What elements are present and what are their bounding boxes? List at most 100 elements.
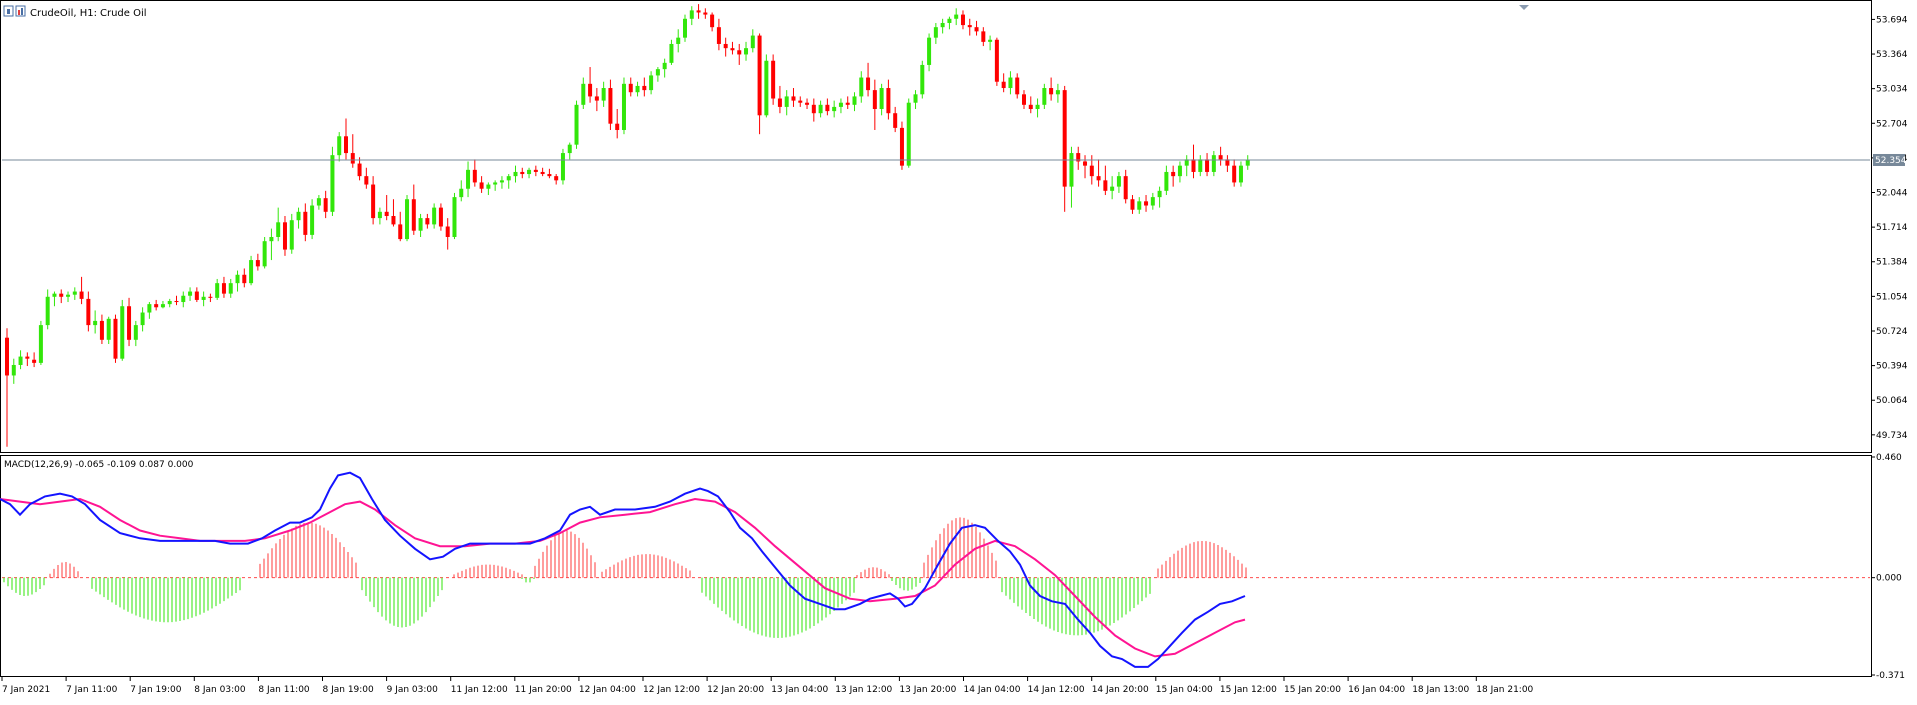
candle-body	[221, 283, 226, 294]
candle-body	[655, 69, 660, 76]
candle-body	[1028, 104, 1033, 110]
candle-body	[730, 48, 735, 51]
candle-body	[235, 274, 240, 284]
candle-body	[974, 27, 979, 32]
candle-body	[994, 39, 999, 82]
candle-body	[791, 96, 796, 101]
candle-body	[398, 224, 403, 240]
candle-body	[208, 296, 213, 298]
candle-body	[188, 291, 193, 296]
candle-body	[452, 197, 457, 237]
candle-body	[920, 64, 925, 95]
time-axis-label: 9 Jan 03:00	[387, 685, 439, 695]
candle-body	[635, 85, 640, 93]
candle-body	[784, 96, 789, 107]
candle-body	[425, 218, 430, 225]
time-axis-label: 11 Jan 20:00	[515, 685, 572, 695]
candle-body	[215, 283, 220, 298]
candle-body	[133, 325, 138, 340]
candle-body	[1022, 94, 1026, 105]
candle-body	[391, 216, 396, 225]
candle-body	[310, 205, 315, 235]
candle-body	[472, 169, 477, 183]
candle-body	[547, 174, 552, 177]
candle-body	[710, 14, 715, 28]
candle-body	[174, 300, 179, 303]
candle-body	[893, 113, 898, 128]
candle-body	[886, 88, 891, 114]
candle-body	[615, 123, 620, 130]
window-icon-inner	[7, 9, 10, 14]
price-axis-label: 51.384	[1876, 258, 1908, 268]
candle-body	[1218, 155, 1223, 160]
candle-body	[38, 325, 43, 363]
candle-body	[581, 83, 586, 105]
candle-body	[1150, 197, 1155, 206]
candle-body	[621, 83, 626, 130]
chart-canvas[interactable]: CrudeOil, H1: Crude Oil 53.694 53.364 53.0…	[0, 0, 1917, 701]
price-axis-label: 50.394	[1876, 362, 1908, 372]
candle-body	[466, 169, 471, 189]
candle-body	[140, 312, 145, 326]
candle-body	[45, 296, 50, 326]
candle-body	[255, 260, 260, 267]
candle-body	[384, 211, 389, 217]
candle-body	[72, 291, 77, 295]
candle-body	[723, 43, 728, 49]
candle-body	[337, 136, 342, 156]
candle-body	[1144, 201, 1149, 206]
time-axis-label: 8 Jan 19:00	[323, 685, 375, 695]
candle-body	[811, 104, 816, 114]
time-axis-label: 18 Jan 21:00	[1476, 685, 1533, 695]
time-axis-label: 13 Jan 20:00	[899, 685, 956, 695]
candle-body	[818, 104, 823, 114]
candle-body	[1083, 161, 1088, 166]
candle-body	[838, 102, 843, 107]
candle-body	[1089, 165, 1094, 177]
candle-body	[289, 220, 294, 250]
price-axis-label: 52.704	[1876, 119, 1908, 129]
time-axis-label: 7 Jan 19:00	[130, 685, 182, 695]
candle-body	[1110, 186, 1115, 191]
candle-body	[960, 14, 965, 26]
candle-body	[520, 171, 525, 175]
candle-body	[1015, 77, 1020, 95]
price-axis-label: 53.694	[1876, 15, 1908, 25]
candle-body	[872, 90, 877, 110]
price-axis-label: 50.064	[1876, 396, 1908, 406]
candle-body	[913, 94, 918, 103]
candle-body	[533, 169, 538, 172]
candle-body	[1130, 199, 1135, 210]
candle-body	[1062, 90, 1067, 187]
candle-body	[628, 83, 633, 93]
symbol-label: CrudeOil, H1:	[30, 8, 97, 19]
candle-body	[147, 304, 152, 313]
candle-body	[194, 291, 199, 300]
candle-body	[1164, 171, 1169, 191]
candle-body	[79, 291, 84, 299]
candle-body	[99, 320, 104, 340]
candle-body	[344, 136, 348, 154]
candle-body	[86, 298, 91, 326]
candle-body	[1116, 176, 1121, 187]
candle-body	[479, 182, 484, 189]
candle-body	[744, 48, 749, 55]
candle-body	[377, 211, 382, 219]
candle-body	[954, 14, 959, 19]
time-axis-label: 8 Jan 11:00	[258, 685, 310, 695]
chart-type-icon-bar	[21, 8, 23, 15]
candle-body	[120, 306, 125, 359]
candle-body	[1137, 201, 1142, 210]
candle-body	[113, 318, 118, 359]
candle-body	[330, 155, 335, 212]
symbol-description: Crude Oil	[100, 8, 147, 19]
candle-body	[1205, 159, 1210, 172]
candle-body	[879, 88, 884, 110]
candle-body	[493, 182, 498, 185]
candle-body	[750, 35, 755, 49]
candle-body	[1123, 176, 1128, 200]
candle-body	[933, 27, 938, 38]
candle-body	[716, 27, 721, 44]
candle-body	[296, 211, 301, 221]
time-axis-label: 12 Jan 04:00	[579, 685, 636, 695]
